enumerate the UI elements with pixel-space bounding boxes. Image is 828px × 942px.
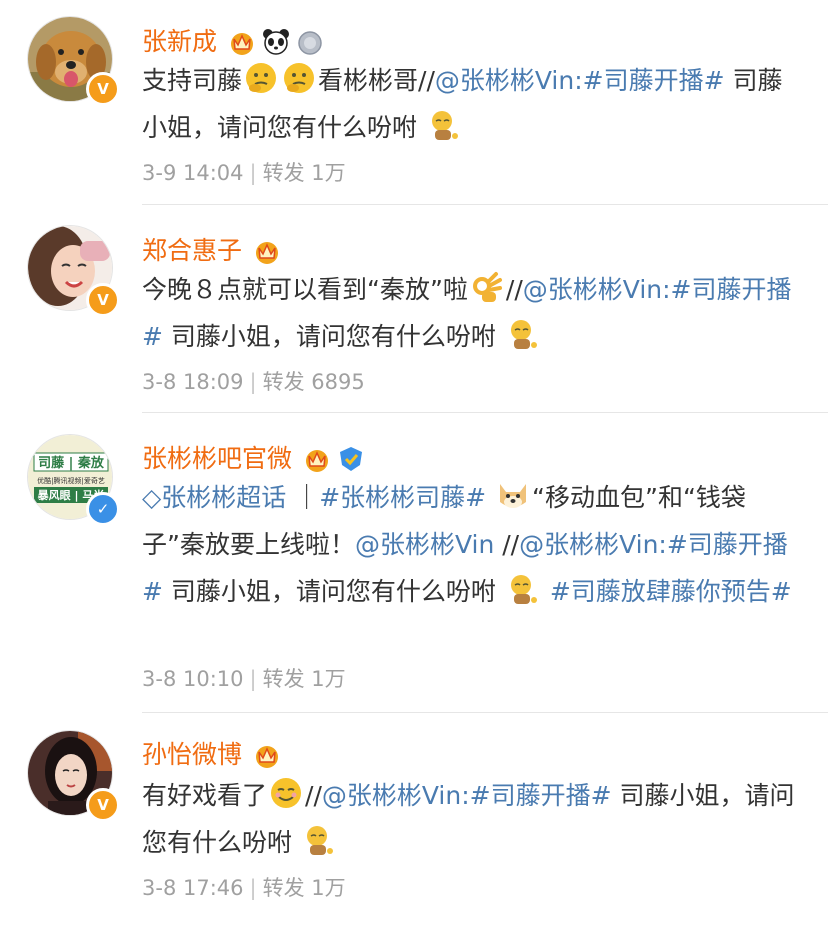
mention-link[interactable]: @张彬彬Vin: [435, 66, 583, 95]
verified-badge: V [86, 72, 120, 106]
topic-link[interactable]: ◇张彬彬超话 [142, 483, 286, 512]
post-item[interactable]: V 郑合惠子 今晚８点就可以看到“秦放”啦//@张彬彬Vin:#司藤开播# 司藤… [0, 205, 828, 413]
crown-icon [227, 27, 257, 57]
username[interactable]: 张彬彬吧官微 [142, 439, 292, 479]
repost-count: 1万 [311, 161, 346, 185]
thinking-emoji [246, 63, 277, 93]
post-item[interactable]: 司藤 | 秦放 优酷|腾讯视频|爱奇艺 暴风眼 | 马尚 ✓ 张彬彬吧官微 ◇张… [0, 413, 828, 713]
username[interactable]: 张新成 [142, 22, 217, 62]
hashtag-link[interactable]: #司藤放肆藤你预告# [550, 577, 792, 606]
post-meta: 3-8 17:46 | 转发 1万 [142, 876, 346, 900]
post-item[interactable]: V 孙怡微博 有好戏看了//@张彬彬Vin:#司藤开播# 司藤小姐，请问您有什么… [0, 713, 828, 942]
crown-icon [252, 740, 282, 770]
ok-hand-emoji [472, 272, 502, 302]
post-content: ◇张彬彬超话 ｜#张彬彬司藤# “移动血包”和“钱袋子”秦放要上线啦！@张彬彬V… [142, 474, 804, 615]
post-text: ｜ [286, 483, 320, 512]
verified-badge: ✓ [86, 492, 120, 526]
thinking-emoji [284, 63, 315, 93]
repost-label[interactable]: 转发 [263, 876, 305, 900]
post-date: 3-8 10:10 [142, 667, 244, 691]
avatar-title-text: 司藤 | 秦放 [38, 455, 105, 471]
post-text: 司藤小姐，请问您有什么吩咐 [162, 322, 504, 351]
hashtag-link[interactable]: #司藤开播# [583, 66, 725, 95]
bow-emoji [431, 111, 458, 140]
repost-count: 1万 [311, 667, 346, 691]
repost-count: 6895 [311, 370, 365, 394]
hashtag-link[interactable]: #张彬彬司藤# [319, 483, 486, 512]
bow-emoji [306, 826, 333, 855]
post-date: 3-8 18:09 [142, 370, 244, 394]
username[interactable]: 郑合惠子 [142, 231, 242, 271]
post-text [542, 577, 550, 606]
verified-badge: V [86, 283, 120, 317]
mention-link[interactable]: @张彬彬Vin [355, 530, 494, 559]
crown-icon [302, 444, 332, 474]
repost-label[interactable]: 转发 [263, 161, 305, 185]
post-text: // [494, 530, 520, 559]
username[interactable]: 孙怡微博 [142, 735, 242, 775]
smirk-emoji [271, 778, 302, 808]
post-content: 支持司藤 看彬彬哥//@张彬彬Vin:#司藤开播# 司藤小姐，请问您有什么吩咐 [142, 57, 804, 151]
post-text: // [305, 781, 322, 810]
doge-emoji [500, 484, 527, 508]
post-meta: 3-8 10:10 | 转发 1万 [142, 667, 346, 691]
bow-emoji [510, 575, 537, 604]
repost-label[interactable]: 转发 [263, 667, 305, 691]
mention-link[interactable]: @张彬彬Vin:#司藤开播# [322, 781, 612, 810]
post-item[interactable]: V 张新成 支持司藤 看彬彬哥//@张彬彬Vin:#司藤开播# 司藤小姐，请问您有… [0, 0, 828, 205]
avatar-subtitle-text: 优酷|腾讯视频|爱奇艺 [37, 476, 105, 485]
verified-badge: V [86, 788, 120, 822]
post-text: // [505, 275, 523, 304]
post-text [486, 483, 494, 512]
shield-icon [336, 444, 366, 474]
post-text: 支持司藤 [142, 66, 243, 95]
post-content: 今晚８点就可以看到“秦放”啦//@张彬彬Vin:#司藤开播# 司藤小姐，请问您有… [142, 266, 804, 360]
post-text: 今晚８点就可以看到“秦放”啦 [142, 275, 468, 304]
crown-icon [252, 236, 282, 266]
panda-icon [261, 27, 291, 57]
post-text: 看彬彬哥// [318, 66, 435, 95]
post-date: 3-8 17:46 [142, 876, 244, 900]
post-meta: 3-9 14:04 | 转发 1万 [142, 161, 346, 185]
repost-count: 1万 [311, 876, 346, 900]
post-date: 3-9 14:04 [142, 161, 244, 185]
bow-emoji [510, 320, 537, 349]
post-text: 司藤小姐，请问您有什么吩咐 [162, 577, 504, 606]
post-text: 有好戏看了 [142, 781, 268, 810]
medal-icon [295, 27, 325, 57]
post-meta: 3-8 18:09 | 转发 6895 [142, 370, 365, 394]
repost-label[interactable]: 转发 [263, 370, 305, 394]
post-content: 有好戏看了//@张彬彬Vin:#司藤开播# 司藤小姐，请问您有什么吩咐 [142, 772, 804, 866]
